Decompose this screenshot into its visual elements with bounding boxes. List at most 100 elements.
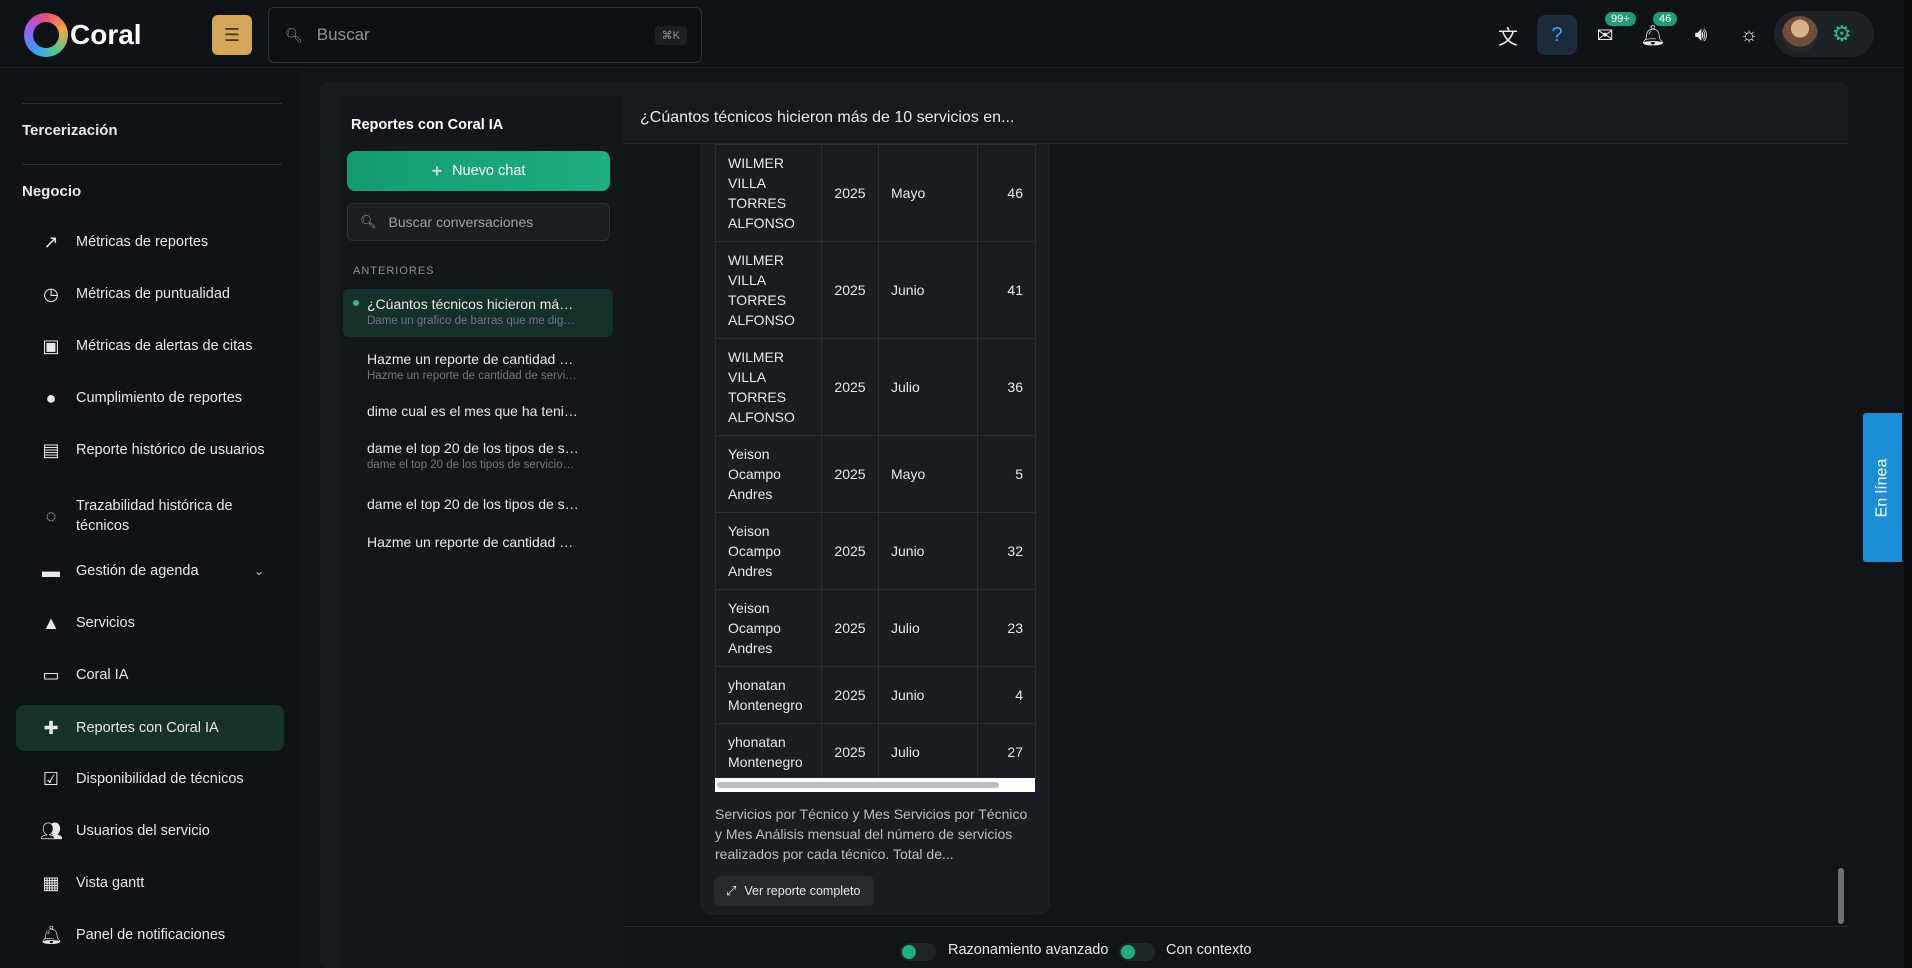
sun-icon: ☼: [1739, 23, 1759, 46]
conversation-item[interactable]: Hazme un reporte de cantidad de servicio…: [343, 345, 613, 387]
notifications-badge: 46: [1653, 12, 1678, 26]
hamburger-icon: ☰: [223, 24, 241, 45]
table-row: WILMER VILLA TORRES ALFONSO 2025 Mayo 46: [715, 144, 1036, 242]
cell-count: 36: [977, 338, 1036, 436]
cell-year: 2025: [821, 435, 879, 513]
sidebar-item-metricas-puntualidad[interactable]: ◷ Métricas de puntualidad: [16, 273, 284, 315]
view-full-report-button[interactable]: ⤢ Ver reporte completo: [714, 876, 874, 906]
conversation-title: dime cual es el mes que ha tenido mas: [367, 403, 579, 419]
group-label: ANTERIORES: [353, 265, 435, 277]
conversation-item[interactable]: dime cual es el mes que ha tenido mas: [343, 395, 613, 427]
sidebar: Tercerización Negocio ↗ Métricas de repo…: [0, 68, 300, 968]
context-label: Con contexto: [1166, 942, 1252, 958]
users-icon: 👥︎: [40, 820, 63, 841]
advanced-reasoning-toggle[interactable]: [900, 943, 936, 961]
cell-count: 46: [977, 144, 1036, 242]
sidebar-item-disponibilidad[interactable]: ☑ Disponibilidad de técnicos: [16, 758, 284, 800]
cell-count: 23: [977, 589, 1036, 667]
sidebar-item-metricas-reportes[interactable]: ↗ Métricas de reportes: [16, 221, 284, 263]
cell-month: Junio: [878, 666, 978, 724]
cell-year: 2025: [821, 241, 879, 339]
sidebar-item-reportes-coral-ia[interactable]: ✚ Reportes con Coral IA: [16, 705, 284, 751]
conversation-item-active[interactable]: ¿Cúantos técnicos hicieron más de 10 ser…: [343, 289, 613, 337]
menu-toggle-button[interactable]: ☰: [212, 15, 252, 55]
conversation-title: Hazme un reporte de cantidad de servicio…: [367, 351, 579, 367]
conversation-title: ¿Cúantos técnicos hicieron más de 10 ser…: [367, 296, 579, 312]
sidebar-item-coral-ia[interactable]: ▭ Coral IA: [16, 654, 284, 696]
notifications-button[interactable]: 🔔︎ 46: [1633, 12, 1678, 55]
sidebar-item-servicios[interactable]: ▲ Servicios: [16, 602, 284, 644]
help-icon: ?: [1551, 23, 1563, 46]
messages-button[interactable]: ✉ 99+: [1585, 12, 1636, 55]
progress-circle-icon: ◌: [45, 505, 57, 526]
cell-count: 27: [977, 723, 1036, 781]
sidebar-item-label: Coral IA: [76, 667, 129, 683]
sidebar-item-label: Gestión de agenda: [76, 563, 199, 579]
expand-icon: ⤢: [726, 883, 737, 898]
conversation-search-input[interactable]: [388, 214, 599, 230]
toggle-knob: [1121, 945, 1135, 959]
cell-year: 2025: [821, 723, 879, 781]
sidebar-item-cumplimiento[interactable]: ● Cumplimiento de reportes: [16, 377, 284, 419]
conversation-title: Hazme un reporte de cantidad de servicio…: [367, 534, 579, 550]
chat-scrollbar[interactable]: [1834, 144, 1846, 926]
chat-scroll-thumb[interactable]: [1838, 868, 1844, 924]
sidebar-item-label: Vista gantt: [76, 875, 145, 891]
results-table: WILMER VILLA TORRES ALFONSO 2025 Mayo 46…: [715, 144, 1036, 781]
page-scrollbar[interactable]: [1904, 0, 1912, 968]
view-full-report-label: Ver reporte completo: [744, 884, 861, 898]
gear-icon[interactable]: ⚙: [1832, 21, 1852, 47]
sidebar-item-trazabilidad[interactable]: ◌ Trazabilidad histórica de técnicos: [16, 486, 284, 546]
table-row: WILMER VILLA TORRES ALFONSO 2025 Junio 4…: [715, 241, 1036, 339]
table-scroll-thumb[interactable]: [717, 782, 999, 788]
sidebar-item-gestion-agenda[interactable]: ▬ Gestión de agenda ⌄: [16, 550, 284, 592]
sound-button[interactable]: 🔊︎: [1681, 15, 1721, 55]
coral-logo-icon: [24, 13, 68, 57]
conversation-search[interactable]: 🔍︎: [347, 203, 610, 241]
new-chat-button[interactable]: + Nuevo chat: [347, 151, 610, 191]
cell-year: 2025: [821, 589, 879, 667]
cell-month: Mayo: [878, 435, 978, 513]
table-row: Yeison Ocampo Andres 2025 Julio 23: [715, 589, 1036, 667]
cell-count: 4: [977, 666, 1036, 724]
conversation-item[interactable]: Hazme un reporte de cantidad de servicio…: [343, 526, 613, 558]
chat-plus-icon: ✚: [43, 717, 59, 738]
report-summary: Servicios por Técnico y Mes Servicios po…: [715, 806, 1028, 862]
chevron-down-icon: ⌄: [253, 564, 264, 578]
conversation-title: dame el top 20 de los tipos de servicios: [367, 440, 579, 456]
sidebar-item-panel-notificaciones[interactable]: 🔔︎ Panel de notificaciones: [16, 914, 284, 956]
conversation-subtitle: Hazme un reporte de cantidad de servicio…: [367, 370, 579, 382]
translate-button[interactable]: 文: [1488, 15, 1528, 55]
sidebar-item-label: Usuarios del servicio: [76, 823, 210, 839]
section-tercerizacion[interactable]: Tercerización: [22, 122, 118, 139]
conversation-item[interactable]: dame el top 20 de los tipos de servicios…: [343, 434, 613, 476]
online-status-tab[interactable]: En línea: [1863, 413, 1902, 562]
theme-toggle-button[interactable]: ☼: [1729, 15, 1769, 55]
active-dot: [353, 300, 359, 306]
user-menu[interactable]: ⚙: [1774, 11, 1874, 57]
table-row: Yeison Ocampo Andres 2025 Junio 32: [715, 512, 1036, 590]
section-negocio[interactable]: Negocio: [22, 183, 81, 200]
sidebar-item-label: Servicios: [76, 615, 135, 631]
sidebar-item-label: Métricas de alertas de citas: [76, 338, 253, 354]
cell-technician: WILMER VILLA TORRES ALFONSO: [715, 144, 822, 242]
sidebar-item-vista-gantt[interactable]: ▦ Vista gantt: [16, 862, 284, 904]
conversation-item[interactable]: dame el top 20 de los tipos de servicios: [343, 488, 613, 520]
toggle-knob: [902, 945, 916, 959]
context-toggle[interactable]: [1119, 943, 1155, 961]
cell-technician: Yeison Ocampo Andres: [715, 435, 822, 513]
sidebar-item-label: Métricas de puntualidad: [76, 286, 230, 302]
table-row: yhonatan Montenegro 2025 Julio 27: [715, 723, 1036, 781]
search-shortcut: ⌘K: [654, 26, 687, 45]
global-search[interactable]: 🔍︎ ⌘K: [268, 7, 702, 63]
help-button[interactable]: ?: [1537, 15, 1577, 55]
sidebar-item-metricas-alertas[interactable]: ▣ Métricas de alertas de citas: [16, 325, 284, 367]
global-search-input[interactable]: [316, 25, 647, 45]
shapes-icon: ▲: [42, 612, 60, 633]
cell-count: 41: [977, 241, 1036, 339]
cell-technician: yhonatan Montenegro: [715, 723, 822, 781]
sidebar-item-usuarios-servicio[interactable]: 👥︎ Usuarios del servicio: [16, 810, 284, 852]
sidebar-item-reporte-historico[interactable]: ▤ Reporte histórico de usuarios: [16, 429, 284, 471]
translate-icon: 文: [1498, 26, 1518, 49]
app-logo[interactable]: Coral: [24, 12, 142, 58]
